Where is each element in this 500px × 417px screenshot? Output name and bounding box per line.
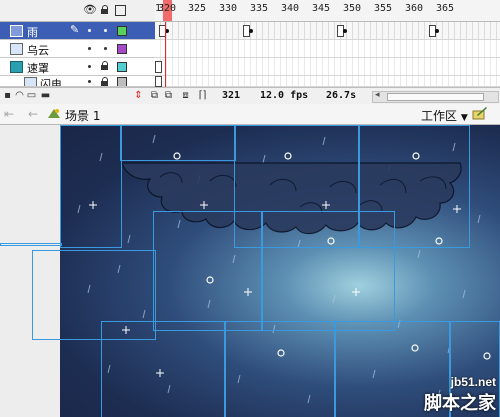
layer-color-swatch[interactable] — [117, 44, 127, 54]
ruler-label: 365 — [436, 3, 455, 14]
frames-row-rain[interactable] — [155, 22, 500, 40]
stage-area[interactable]: jb51.net 脚本之家 — [0, 125, 500, 417]
delete-layer-icon[interactable]: ▬ — [40, 90, 51, 101]
layer-name: 雨 — [27, 26, 38, 39]
keyframe[interactable] — [155, 61, 162, 73]
dropdown-arrow-icon: ▼ — [460, 113, 468, 123]
frames-row-mask[interactable] — [155, 58, 500, 76]
workspace-label: 工作区 — [421, 109, 458, 123]
edit-symbols-icon[interactable] — [472, 106, 488, 120]
add-folder-icon[interactable]: ▭ — [26, 90, 37, 101]
ruler-label: 355 — [374, 3, 393, 14]
lock-dot[interactable] — [104, 47, 107, 50]
lock-icon[interactable] — [99, 4, 111, 16]
layer-dark-cloud[interactable]: 乌云 — [0, 40, 155, 58]
visibility-dot[interactable] — [88, 29, 91, 32]
layer-color-swatch[interactable] — [117, 77, 127, 86]
add-guide-icon[interactable]: ◠ — [14, 90, 25, 101]
elapsed-time: 26.7s — [326, 90, 357, 101]
ruler-label: 320 — [158, 3, 177, 14]
selection-box — [60, 125, 122, 248]
workspace-menu[interactable]: 工作区 ▼ — [421, 107, 468, 124]
scene-icon — [48, 109, 60, 118]
scroll-left-icon[interactable]: ◂ — [375, 90, 380, 100]
frames-row-dark-cloud[interactable] — [155, 40, 500, 58]
keyframe[interactable] — [249, 29, 253, 33]
visibility-dot[interactable] — [88, 47, 91, 50]
layer-name: 乌云 — [27, 44, 49, 57]
layer-lightning[interactable]: 闪电 — [0, 76, 155, 87]
keyframe[interactable] — [155, 76, 162, 87]
frames-row-lightning[interactable] — [155, 76, 500, 87]
ruler-label: 330 — [219, 3, 238, 14]
center-frame-icon[interactable]: ⇕ — [133, 90, 144, 101]
layer-icon — [10, 25, 23, 37]
ruler-label: 345 — [312, 3, 331, 14]
layer-mask[interactable]: 速罩 — [0, 58, 155, 76]
outline-icon[interactable] — [115, 5, 126, 16]
scene-label[interactable]: 场景 1 — [65, 107, 100, 124]
masked-layer-icon — [24, 77, 37, 86]
selection-box — [261, 211, 395, 331]
lock-dot[interactable] — [104, 29, 107, 32]
watermark-name: 脚本之家 — [424, 393, 496, 413]
current-frame: 321 — [222, 90, 241, 101]
mask-layer-icon — [10, 61, 23, 73]
visibility-dot[interactable] — [88, 65, 91, 68]
timeline-scrollbar[interactable]: ◂ — [372, 90, 499, 103]
layer-name: 闪电 — [40, 78, 62, 87]
lock-icon[interactable] — [101, 77, 108, 86]
selection-box — [101, 321, 226, 417]
edit-multiple-frames-icon[interactable]: ⧈ — [180, 90, 191, 101]
watermark-site: jb51.net — [450, 375, 496, 389]
layer-rain[interactable]: 雨 ✎ — [0, 22, 155, 40]
back-icon[interactable]: ← — [28, 107, 38, 121]
lock-icon[interactable] — [101, 61, 108, 70]
selection-box — [120, 125, 236, 161]
layer-icon — [10, 43, 23, 55]
layer-name: 速罩 — [27, 62, 49, 75]
layer-color-swatch[interactable] — [117, 62, 127, 72]
selection-box — [224, 321, 336, 417]
scroll-thumb[interactable] — [387, 93, 484, 101]
visibility-dot[interactable] — [88, 80, 91, 83]
pencil-icon: ✎ — [70, 23, 80, 36]
eye-icon[interactable]: 👁 — [83, 4, 97, 16]
layer-color-swatch[interactable] — [117, 26, 127, 36]
watermark: jb51.net 脚本之家 — [424, 375, 496, 415]
modify-markers-icon[interactable]: ⌈⌉ — [197, 90, 208, 101]
ruler-label: 335 — [250, 3, 269, 14]
ruler-label: 360 — [405, 3, 424, 14]
selection-box — [153, 211, 263, 331]
timeline-footer: ▪ ◠ ▭ ▬ ⇕ ⧉ ⧉ ⧈ ⌈⌉ 321 12.0 fps 26.7s ◂ — [0, 87, 500, 105]
keyframe[interactable] — [343, 29, 347, 33]
playhead-line — [165, 22, 166, 87]
onion-skin-icon[interactable]: ⧉ — [149, 90, 160, 101]
timeline-header: 👁 15 320 325 330 335 340 345 350 355 360… — [0, 0, 500, 22]
selection-box-edge — [0, 243, 62, 246]
frame-rate: 12.0 fps — [260, 90, 309, 101]
back-arrow-icon[interactable]: ⇤ — [4, 107, 14, 121]
onion-outline-icon[interactable]: ⧉ — [163, 90, 174, 101]
ruler-label: 350 — [343, 3, 362, 14]
ruler-label: 325 — [188, 3, 207, 14]
add-layer-icon[interactable]: ▪ — [2, 90, 13, 101]
frame-ruler[interactable]: 15 320 325 330 335 340 345 350 355 360 3… — [155, 0, 500, 21]
keyframe[interactable] — [435, 29, 439, 33]
ruler-label: 340 — [281, 3, 300, 14]
edit-bar: ⇤ ← 场景 1 工作区 ▼ — [0, 104, 500, 125]
